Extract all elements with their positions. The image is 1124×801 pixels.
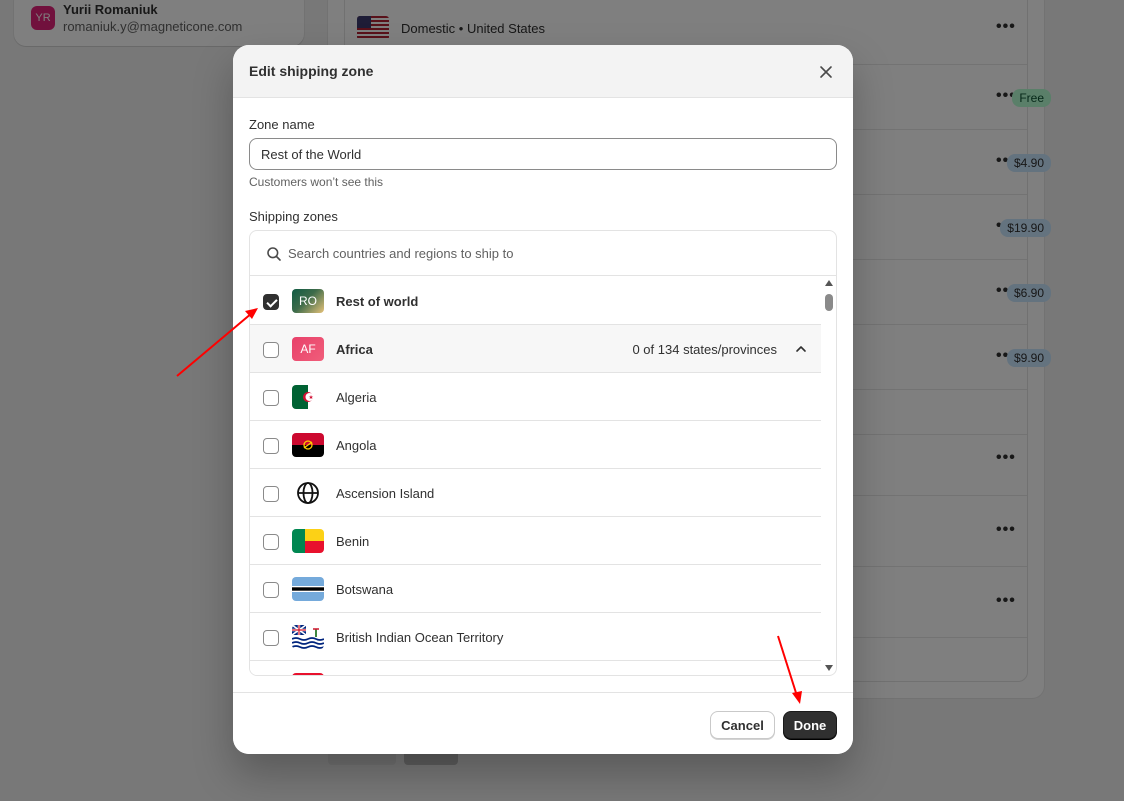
list-item-label: Ascension Island [336,486,435,501]
list-item-ascension-island[interactable]: Ascension Island [250,469,821,517]
zone-name-help-text: Customers won’t see this [249,175,384,189]
edit-shipping-zone-modal: Edit shipping zone Zone name Customers w… [233,45,853,754]
globe-icon [292,481,324,505]
region-badge: AF [292,337,324,361]
list-item[interactable] [250,661,821,675]
list-item-algeria[interactable]: Algeria [250,373,821,421]
list-item-benin[interactable]: Benin [250,517,821,565]
scrollbar[interactable] [822,277,836,675]
modal-header: Edit shipping zone [233,45,853,98]
done-button[interactable]: Done [783,711,837,739]
list-item-label: Benin [336,534,370,549]
checkbox-checked[interactable] [263,294,279,310]
zone-name-input[interactable] [249,138,837,170]
search-bar [250,231,836,276]
list-item-label: Rest of world [336,294,419,309]
angola-flag-icon [292,433,324,457]
checkbox[interactable] [263,534,279,550]
list-item-angola[interactable]: Angola [250,421,821,469]
checkbox[interactable] [263,438,279,454]
countries-list: RO Rest of world AF Africa 0 of 134 stat… [250,277,821,675]
scroll-down-icon[interactable] [825,665,833,671]
list-item-africa[interactable]: AF Africa 0 of 134 states/provinces [250,325,821,373]
close-button[interactable] [815,61,837,83]
zone-name-label: Zone name [249,117,315,132]
checkbox[interactable] [263,582,279,598]
biot-flag-icon [292,625,324,649]
checkbox[interactable] [263,486,279,502]
modal-title: Edit shipping zone [249,63,374,79]
benin-flag-icon [292,529,324,553]
modal-footer: Cancel Done [233,692,853,754]
list-item-botswana[interactable]: Botswana [250,565,821,613]
checkbox[interactable] [263,390,279,406]
chevron-up-icon[interactable] [795,343,807,355]
scroll-up-icon[interactable] [825,280,833,286]
scrollbar-thumb[interactable] [825,294,833,311]
list-item-label: Angola [336,438,377,453]
search-icon [267,247,281,261]
shipping-zones-selector: RO Rest of world AF Africa 0 of 134 stat… [249,230,837,676]
checkbox[interactable] [263,630,279,646]
shipping-zones-label: Shipping zones [249,209,338,224]
list-item-label: Botswana [336,582,394,597]
cancel-button[interactable]: Cancel [710,711,775,739]
list-item-label: Algeria [336,390,377,405]
list-item-rest-of-world[interactable]: RO Rest of world [250,277,821,325]
list-item-british-indian-ocean-territory[interactable]: British Indian Ocean Territory [250,613,821,661]
flag-icon [292,673,324,675]
checkbox[interactable] [263,342,279,358]
region-badge: RO [292,289,324,313]
list-item-label: British Indian Ocean Territory [336,630,504,645]
states-count: 0 of 134 states/provinces [632,342,777,357]
botswana-flag-icon [292,577,324,601]
country-search-input[interactable] [288,241,808,266]
algeria-flag-icon [292,385,324,409]
list-item-label: Africa [336,342,373,357]
close-icon [820,66,832,78]
